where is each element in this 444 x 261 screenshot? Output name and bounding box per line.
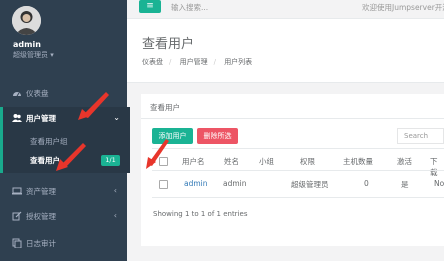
annotation-arrows	[56, 92, 169, 171]
arrow-annotation-icon	[78, 92, 109, 120]
arrow-annotation-icon	[56, 143, 86, 171]
arrow-annotation-icon	[146, 139, 169, 169]
